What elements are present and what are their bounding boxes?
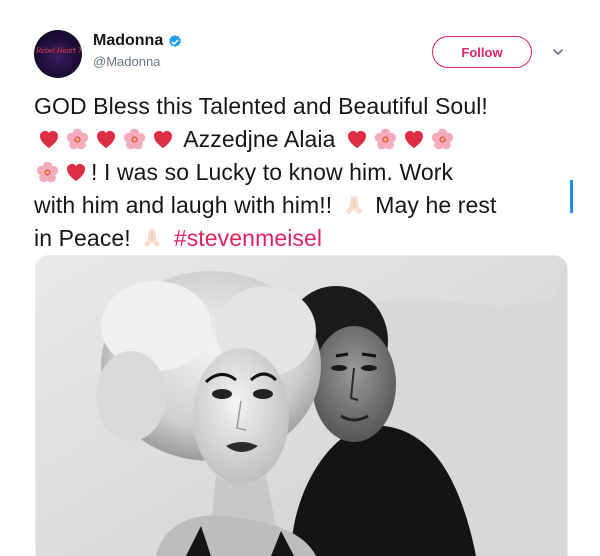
tweet-text-name: Azzedjne Alaia (183, 126, 336, 152)
praying-hands-emoji-icon (144, 228, 161, 248)
heart-emoji-icon (97, 131, 115, 148)
photo-image (36, 256, 567, 556)
flower-emoji-icon (123, 128, 146, 150)
flower-emoji-icon (374, 128, 397, 150)
name-row[interactable]: Madonna (93, 32, 183, 50)
tweet-text-line3: with him and laugh with him!! (34, 192, 333, 218)
handle[interactable]: @Madonna (93, 54, 160, 69)
tweet-text-line1: GOD Bless this Talented and Beautiful So… (34, 93, 488, 119)
avatar[interactable]: Rebel Heart Tour (34, 30, 82, 78)
heart-emoji-icon (67, 164, 85, 181)
flower-emoji-icon (431, 128, 454, 150)
tweet-header: Rebel Heart Tour Madonna @Madonna Follow (34, 30, 574, 80)
text-cursor (570, 180, 573, 213)
praying-hands-emoji-icon (345, 195, 362, 215)
heart-emoji-icon (348, 131, 367, 148)
heart-emoji-icon (405, 131, 424, 148)
avatar-caption: Rebel Heart Tour (36, 47, 82, 55)
tweet-text-line4: in Peace! (34, 225, 131, 251)
flower-emoji-icon (36, 161, 59, 183)
hashtag-link[interactable]: #stevenmeisel (174, 225, 322, 251)
flower-emoji-icon (66, 128, 89, 150)
tweet-text-line3-end: May he rest (375, 192, 497, 218)
tweet-text: GOD Bless this Talented and Beautiful So… (34, 90, 574, 255)
tweet-photo[interactable] (35, 255, 568, 556)
display-name[interactable]: Madonna (93, 32, 163, 50)
heart-emoji-icon (40, 131, 58, 148)
heart-emoji-icon (154, 131, 172, 148)
verified-icon (169, 35, 182, 47)
tweet-text-line2: ! I was so Lucky to know him. Work (91, 159, 454, 185)
chevron-down-icon[interactable] (552, 46, 564, 58)
follow-button[interactable]: Follow (432, 36, 532, 68)
